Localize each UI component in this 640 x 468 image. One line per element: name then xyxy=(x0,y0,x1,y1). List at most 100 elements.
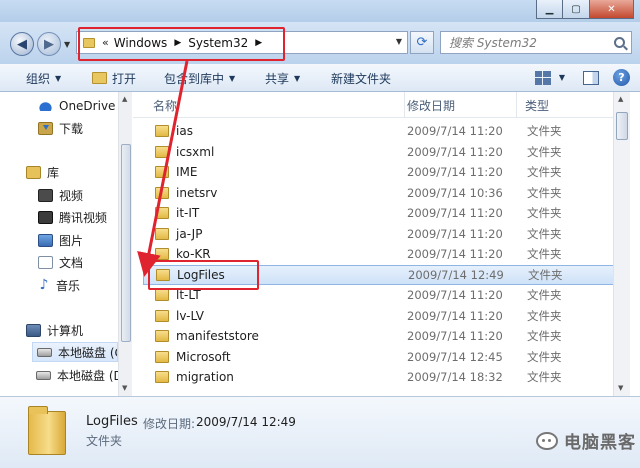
view-controls: ▼ ? xyxy=(534,69,630,86)
organize-label: 组织 xyxy=(26,71,51,86)
sidebar-item-library[interactable]: 库 xyxy=(26,162,59,182)
column-header-label: 修改日期 xyxy=(407,98,456,113)
file-name: LogFiles xyxy=(177,267,225,282)
file-row-lv-lv[interactable]: lv-LV 2009/7/14 11:20 文件夹 xyxy=(143,306,616,326)
open-folder-icon xyxy=(92,72,107,84)
search-input[interactable]: 搜索 System32 xyxy=(440,31,632,54)
chevron-right-icon[interactable]: ▶ xyxy=(255,38,262,48)
breadcrumb-windows[interactable]: Windows xyxy=(114,36,168,50)
organize-button[interactable]: 组织 ▼ xyxy=(26,64,61,92)
file-row-lt-lt[interactable]: lt-LT 2009/7/14 11:20 文件夹 xyxy=(143,285,616,305)
back-arrow-icon: ◀ xyxy=(17,36,27,52)
folder-icon xyxy=(155,166,169,178)
chevron-up-icon[interactable]: ▲ xyxy=(618,95,623,103)
maximize-button[interactable]: ▢ xyxy=(563,0,590,19)
sidebar-item-pictures[interactable]: 图片 xyxy=(38,230,83,250)
folder-icon xyxy=(155,350,169,363)
file-list-scrollbar[interactable]: ▲ ▼ xyxy=(613,92,630,396)
include-in-library-button[interactable]: 包含到库中 ▼ xyxy=(164,64,235,92)
file-name: migration xyxy=(176,370,234,384)
column-header-date[interactable]: 修改日期 xyxy=(399,92,517,118)
file-type: 文件夹 xyxy=(527,144,562,159)
folder-icon xyxy=(155,186,169,199)
crumb-overflow-icon[interactable]: « xyxy=(102,36,109,49)
sidebar-item-tencent-video[interactable]: 腾讯视频 xyxy=(38,207,107,227)
sidebar-item-local-disk-d[interactable]: 本地磁盘 (D xyxy=(36,365,118,385)
navigation-pane: OneDrive 下载 库 视频 腾讯视频 图片 文档 ♪ 音乐 计算机 本地磁… xyxy=(0,92,132,396)
sidebar-item-onedrive[interactable]: OneDrive xyxy=(38,96,115,116)
document-icon xyxy=(38,255,53,269)
file-row-ias[interactable]: ias 2009/7/14 11:20 文件夹 xyxy=(143,121,616,141)
breadcrumb-system32[interactable]: System32 xyxy=(188,36,248,50)
file-date: 2009/7/14 11:20 xyxy=(407,124,503,138)
wechat-logo-icon xyxy=(536,431,558,450)
file-date: 2009/7/14 11:20 xyxy=(407,247,503,261)
view-options-icon[interactable] xyxy=(534,70,551,85)
file-row-inetsrv[interactable]: inetsrv 2009/7/14 10:36 文件夹 xyxy=(143,183,616,203)
column-header-label: 名称 xyxy=(153,98,178,113)
back-button[interactable]: ◀ xyxy=(10,32,34,56)
chevron-down-icon[interactable]: ▼ xyxy=(396,37,402,46)
chevron-down-icon[interactable]: ▼ xyxy=(618,384,623,392)
share-label: 共享 xyxy=(265,71,290,86)
file-name: manifeststore xyxy=(176,329,259,343)
file-row-icsxml[interactable]: icsxml 2009/7/14 11:20 文件夹 xyxy=(143,142,616,162)
download-folder-icon xyxy=(38,121,53,135)
navigation-pane-scrollbar[interactable]: ▲ ▼ xyxy=(118,92,132,396)
sidebar-item-downloads[interactable]: 下载 xyxy=(38,118,83,138)
sidebar-item-local-disk-c[interactable]: 本地磁盘 (C xyxy=(32,342,118,362)
sidebar-item-label: 视频 xyxy=(59,188,84,203)
chevron-down-icon: ▼ xyxy=(55,73,62,83)
chevron-down-icon: ▼ xyxy=(294,73,301,83)
preview-pane-icon[interactable] xyxy=(583,70,599,85)
cloud-icon xyxy=(38,101,53,111)
address-bar[interactable]: « Windows ▶ System32 ▶ ▼ xyxy=(76,31,408,54)
column-header-type[interactable]: 类型 xyxy=(517,92,617,118)
disk-icon xyxy=(37,347,52,357)
file-row-microsoft[interactable]: Microsoft 2009/7/14 12:45 文件夹 xyxy=(143,347,616,367)
forward-button[interactable]: ▶ xyxy=(37,32,61,56)
file-date: 2009/7/14 11:20 xyxy=(407,288,503,302)
file-type: 文件夹 xyxy=(527,329,562,343)
share-button[interactable]: 共享 ▼ xyxy=(265,64,300,92)
folder-icon xyxy=(155,207,169,219)
sidebar-item-videos[interactable]: 视频 xyxy=(38,185,83,205)
scroll-thumb[interactable] xyxy=(616,112,628,140)
file-row-logfiles[interactable]: LogFiles 2009/7/14 12:49 文件夹 xyxy=(143,264,616,285)
video-icon xyxy=(38,188,53,202)
file-date: 2009/7/14 18:32 xyxy=(407,370,503,384)
file-row-ime[interactable]: IME 2009/7/14 11:20 文件夹 xyxy=(143,162,616,182)
details-modified-value: 2009/7/14 12:49 xyxy=(196,415,296,429)
file-list: 名称 修改日期 类型 ias 2009/7/14 11:20 文件夹 icsxml 20… xyxy=(133,92,630,396)
open-button[interactable]: 打开 xyxy=(92,64,136,92)
file-row-manifeststore[interactable]: manifeststore 2009/7/14 11:20 文件夹 xyxy=(143,326,616,346)
refresh-button[interactable]: ⟳ xyxy=(410,31,434,54)
file-date: 2009/7/14 11:20 xyxy=(407,226,503,241)
sidebar-item-documents[interactable]: 文档 xyxy=(38,252,83,272)
chevron-right-icon[interactable]: ▶ xyxy=(174,38,181,48)
chevron-down-icon[interactable]: ▼ xyxy=(559,73,565,82)
minimize-button[interactable]: ▁ xyxy=(536,0,563,19)
file-row-it-it[interactable]: it-IT 2009/7/14 11:20 文件夹 xyxy=(143,203,616,223)
file-row-ja-jp[interactable]: ja-JP 2009/7/14 11:20 文件夹 xyxy=(143,224,616,244)
file-name: inetsrv xyxy=(176,185,218,200)
folder-icon xyxy=(155,125,169,137)
library-icon xyxy=(26,165,41,179)
open-label: 打开 xyxy=(112,71,137,86)
chevron-up-icon[interactable]: ▲ xyxy=(122,95,127,103)
column-header-name[interactable]: 名称 xyxy=(145,92,405,118)
file-date: 2009/7/14 11:20 xyxy=(407,308,503,323)
sidebar-item-computer[interactable]: 计算机 xyxy=(26,320,83,340)
include-in-library-label: 包含到库中 xyxy=(164,71,225,86)
recent-pages-dropdown[interactable]: ▼ xyxy=(64,40,70,49)
chevron-down-icon[interactable]: ▼ xyxy=(122,384,127,392)
file-name: ko-KR xyxy=(176,247,211,261)
file-row-migration[interactable]: migration 2009/7/14 18:32 文件夹 xyxy=(143,367,616,387)
file-row-ko-kr[interactable]: ko-KR 2009/7/14 11:20 文件夹 xyxy=(143,244,616,264)
scroll-thumb[interactable] xyxy=(121,144,131,342)
file-date: 2009/7/14 10:36 xyxy=(407,185,503,200)
help-icon[interactable]: ? xyxy=(613,69,630,86)
new-folder-button[interactable]: 新建文件夹 xyxy=(331,64,391,92)
sidebar-item-music[interactable]: ♪ 音乐 xyxy=(38,275,80,295)
close-button[interactable]: ✕ xyxy=(590,0,634,19)
